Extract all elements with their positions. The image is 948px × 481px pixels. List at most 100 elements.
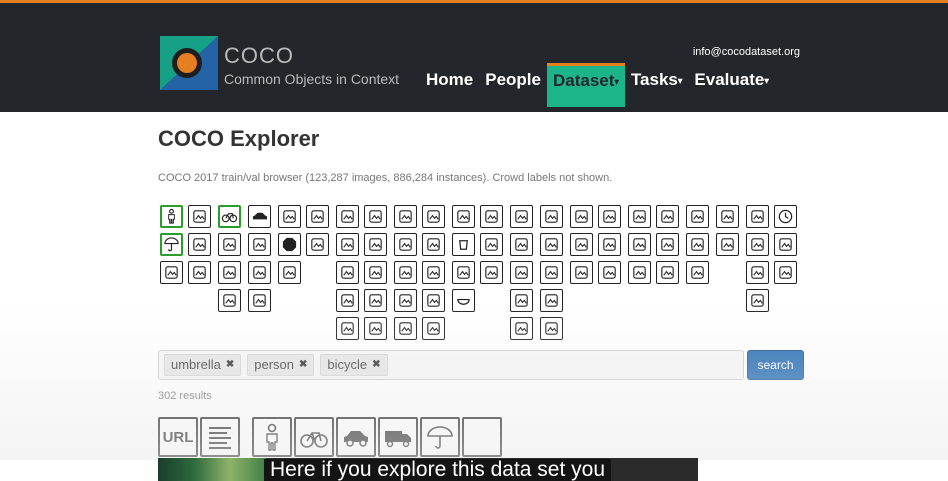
category-baseball-bat-button[interactable] xyxy=(422,261,445,284)
category-surfboard-button[interactable] xyxy=(394,317,417,340)
category-wine-glass-button[interactable] xyxy=(480,205,503,228)
category-backpack-button[interactable] xyxy=(188,205,211,228)
category-laptop-button[interactable] xyxy=(656,205,679,228)
category-snowboard-button[interactable] xyxy=(394,233,417,256)
category-sink-button[interactable] xyxy=(716,233,739,256)
truck-toggle-button[interactable] xyxy=(378,417,418,457)
category-baseball-glove-button[interactable] xyxy=(394,289,417,312)
category-dog-button[interactable] xyxy=(336,233,359,256)
category-vase-button[interactable] xyxy=(746,233,769,256)
category-sheep-button[interactable] xyxy=(336,261,359,284)
category-fork-button[interactable] xyxy=(480,233,503,256)
category-frisbee-button[interactable] xyxy=(394,205,417,228)
category-toothbrush-button[interactable] xyxy=(746,289,769,312)
category-motorcycle-button[interactable] xyxy=(218,233,241,256)
category-boat-button[interactable] xyxy=(248,289,271,312)
coco-logo-icon[interactable] xyxy=(160,36,218,90)
umbrella-toggle-button[interactable] xyxy=(420,417,460,457)
category-cake-button[interactable] xyxy=(540,317,563,340)
category-airplane-button[interactable] xyxy=(248,233,271,256)
category-skis-button[interactable] xyxy=(422,205,445,228)
category-hot-dog-button[interactable] xyxy=(510,289,533,312)
nav-evaluate[interactable]: Evaluate▾ xyxy=(688,63,774,107)
category-bicycle-button[interactable] xyxy=(218,205,241,228)
category-traffic-light-button[interactable] xyxy=(278,205,301,228)
category-broccoli-button[interactable] xyxy=(510,261,533,284)
category-teddy-bear-button[interactable] xyxy=(746,261,769,284)
search-tag[interactable]: bicycle ✖ xyxy=(320,354,388,376)
category-umbrella-button[interactable] xyxy=(160,233,183,256)
category-person-button[interactable] xyxy=(160,205,183,228)
category-couch-button[interactable] xyxy=(598,205,621,228)
category-kite-button[interactable] xyxy=(394,261,417,284)
category-bench-button[interactable] xyxy=(278,261,301,284)
category-bottle-button[interactable] xyxy=(452,205,475,228)
category-sandwich-button[interactable] xyxy=(510,233,533,256)
category-sports-ball-button[interactable] xyxy=(422,233,445,256)
category-fire-hydrant-button[interactable] xyxy=(306,205,329,228)
category-clock-button[interactable] xyxy=(774,205,797,228)
category-microwave-button[interactable] xyxy=(686,205,709,228)
car-toggle-button[interactable] xyxy=(336,417,376,457)
remove-tag-icon[interactable]: ✖ xyxy=(299,355,307,375)
category-truck-button[interactable] xyxy=(218,289,241,312)
category-giraffe-button[interactable] xyxy=(364,317,387,340)
result-image-thumbnail[interactable] xyxy=(158,458,266,481)
nav-dataset[interactable]: Dataset▾ xyxy=(546,63,625,107)
category-tie-button[interactable] xyxy=(160,261,183,284)
url-toggle-button[interactable]: URL xyxy=(158,417,198,457)
category-car-button[interactable] xyxy=(248,205,271,228)
category-cat-button[interactable] xyxy=(364,205,387,228)
empty-toggle-button[interactable] xyxy=(462,417,502,457)
category-cup-button[interactable] xyxy=(452,233,475,256)
category-chair-button[interactable] xyxy=(570,205,593,228)
category-knife-button[interactable] xyxy=(452,261,475,284)
category-scissors-button[interactable] xyxy=(774,233,797,256)
category-bowl-button[interactable] xyxy=(452,289,475,312)
bicycle-toggle-button[interactable] xyxy=(294,417,334,457)
category-mouse-button[interactable] xyxy=(628,233,651,256)
category-tennis-racket-button[interactable] xyxy=(422,317,445,340)
category-orange-button[interactable] xyxy=(540,233,563,256)
nav-tasks[interactable]: Tasks▾ xyxy=(625,63,688,107)
category-cow-button[interactable] xyxy=(364,261,387,284)
category-banana-button[interactable] xyxy=(510,205,533,228)
search-tags-input[interactable]: umbrella ✖ person ✖ bicycle ✖ xyxy=(158,350,744,380)
category-horse-button[interactable] xyxy=(364,233,387,256)
search-button[interactable]: search xyxy=(747,350,804,380)
search-tag[interactable]: person ✖ xyxy=(247,354,315,376)
category-potted-plant-button[interactable] xyxy=(570,233,593,256)
category-zebra-button[interactable] xyxy=(336,317,359,340)
category-oven-button[interactable] xyxy=(716,205,739,228)
category-toilet-button[interactable] xyxy=(598,261,621,284)
category-cell-phone-button[interactable] xyxy=(656,261,679,284)
category-bed-button[interactable] xyxy=(598,233,621,256)
search-tag[interactable]: umbrella ✖ xyxy=(164,354,242,376)
category-tv-button[interactable] xyxy=(628,205,651,228)
category-elephant-button[interactable] xyxy=(336,289,359,312)
category-train-button[interactable] xyxy=(248,261,271,284)
category-pizza-button[interactable] xyxy=(540,289,563,312)
category-hair-drier-button[interactable] xyxy=(774,261,797,284)
category-remote-button[interactable] xyxy=(656,233,679,256)
contact-email-link[interactable]: info@cocodataset.org xyxy=(693,46,800,58)
category-skateboard-button[interactable] xyxy=(422,289,445,312)
category-bear-button[interactable] xyxy=(364,289,387,312)
person-toggle-button[interactable] xyxy=(252,417,292,457)
category-refrigerator-button[interactable] xyxy=(686,261,709,284)
category-spoon-button[interactable] xyxy=(480,261,503,284)
remove-tag-icon[interactable]: ✖ xyxy=(372,355,380,375)
nav-home[interactable]: Home xyxy=(420,63,479,107)
captions-toggle-button[interactable] xyxy=(200,417,240,457)
category-stop-sign-button[interactable] xyxy=(278,233,301,256)
category-toaster-button[interactable] xyxy=(686,233,709,256)
category-handbag-button[interactable] xyxy=(188,233,211,256)
category-dining-table-button[interactable] xyxy=(570,261,593,284)
category-apple-button[interactable] xyxy=(540,205,563,228)
category-keyboard-button[interactable] xyxy=(628,261,651,284)
category-bird-button[interactable] xyxy=(336,205,359,228)
logo-text[interactable]: COCO Common Objects in Context xyxy=(224,44,399,88)
category-carrot-button[interactable] xyxy=(540,261,563,284)
remove-tag-icon[interactable]: ✖ xyxy=(226,355,234,375)
category-donut-button[interactable] xyxy=(510,317,533,340)
